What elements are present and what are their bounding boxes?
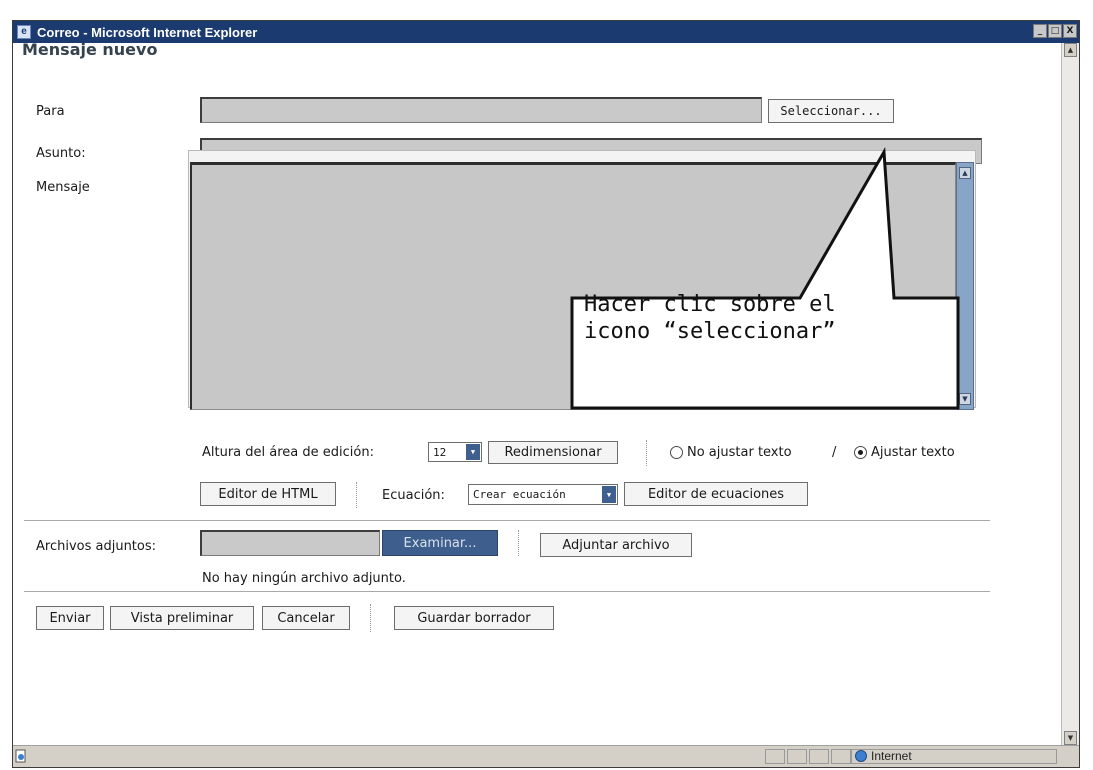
ecuacion-select-value: Crear ecuación xyxy=(473,488,566,501)
callout-balloon xyxy=(570,146,960,410)
guardar-borrador-button[interactable]: Guardar borrador xyxy=(394,606,554,630)
divider xyxy=(24,520,990,521)
separator xyxy=(370,604,371,632)
ecuacion-label: Ecuación: xyxy=(382,488,445,503)
chevron-down-icon: ▼ xyxy=(602,486,616,503)
no-ajustar-label: No ajustar texto xyxy=(687,445,792,460)
adjuntar-archivo-button[interactable]: Adjuntar archivo xyxy=(540,533,692,557)
examinar-button[interactable]: Examinar... xyxy=(382,530,498,556)
enviar-button[interactable]: Enviar xyxy=(36,606,104,630)
editor-html-button[interactable]: Editor de HTML xyxy=(200,482,336,506)
option-slash: / xyxy=(832,445,837,460)
no-ajustar-radio[interactable] xyxy=(670,446,683,459)
redimensionar-button[interactable]: Redimensionar xyxy=(488,441,618,464)
chevron-down-icon: ▼ xyxy=(466,444,480,460)
attachment-path-field[interactable] xyxy=(200,530,380,556)
ajustar-label: Ajustar texto xyxy=(871,445,955,460)
adjuntos-label: Archivos adjuntos: xyxy=(36,539,157,554)
no-attachment-text: No hay ningún archivo adjunto. xyxy=(202,571,406,586)
callout-text: Hacer clic sobre el icono “seleccionar” xyxy=(584,291,938,345)
separator xyxy=(518,530,519,556)
altura-select[interactable]: 12 ▼ xyxy=(428,442,482,462)
altura-label: Altura del área de edición: xyxy=(202,445,374,460)
vista-preliminar-button[interactable]: Vista preliminar xyxy=(110,606,254,630)
divider xyxy=(24,591,990,592)
callout-line-1: Hacer clic sobre el xyxy=(584,292,836,317)
altura-value: 12 xyxy=(433,445,447,459)
ajustar-radio[interactable] xyxy=(854,446,867,459)
separator xyxy=(356,482,357,508)
cancelar-button[interactable]: Cancelar xyxy=(262,606,350,630)
separator xyxy=(646,440,647,466)
ecuacion-select[interactable]: Crear ecuación ▼ xyxy=(468,484,618,505)
editor-ecuaciones-button[interactable]: Editor de ecuaciones xyxy=(624,482,808,506)
callout-line-2: icono “seleccionar” xyxy=(584,319,836,344)
